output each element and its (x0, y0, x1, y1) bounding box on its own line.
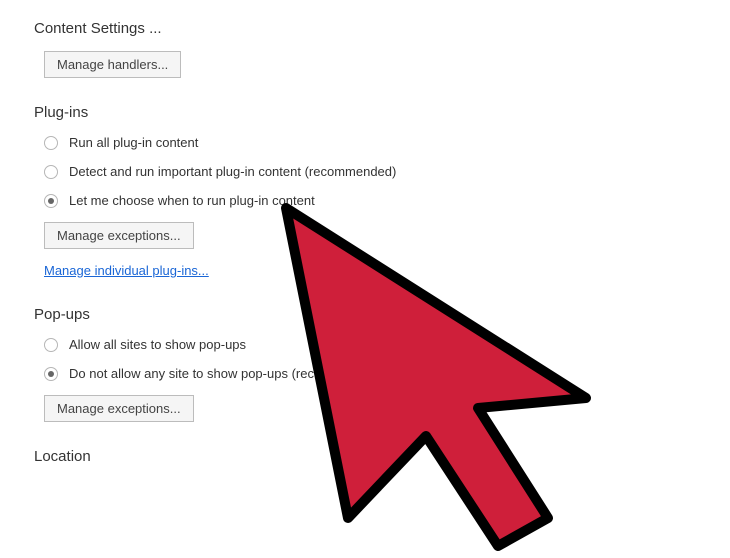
radio-icon (44, 194, 58, 208)
radio-icon (44, 136, 58, 150)
plugin-option-choose[interactable]: Let me choose when to run plug-in conten… (44, 193, 730, 208)
plugin-option-detect[interactable]: Detect and run important plug-in content… (44, 164, 730, 179)
radio-icon (44, 367, 58, 381)
plugins-section: Plug-ins Run all plug-in content Detect … (34, 104, 730, 286)
radio-label: Let me choose when to run plug-in conten… (69, 193, 315, 208)
radio-label: Run all plug-in content (69, 135, 198, 150)
manage-exceptions-popups-button[interactable]: Manage exceptions... (44, 395, 194, 422)
content-settings-header: Content Settings ... (34, 20, 730, 37)
manage-exceptions-plugins-button[interactable]: Manage exceptions... (44, 222, 194, 249)
plugins-header: Plug-ins (34, 104, 730, 121)
radio-label: Detect and run important plug-in content… (69, 164, 396, 179)
radio-label: Do not allow any site to show pop-ups (r… (69, 366, 383, 381)
popup-option-block[interactable]: Do not allow any site to show pop-ups (r… (44, 366, 730, 381)
popups-header: Pop-ups (34, 306, 730, 323)
radio-icon (44, 165, 58, 179)
radio-icon (44, 338, 58, 352)
content-settings-section: Content Settings ... Manage handlers... (34, 20, 730, 84)
manage-individual-plugins-link[interactable]: Manage individual plug-ins... (44, 263, 209, 278)
location-header: Location (34, 448, 730, 465)
popups-section: Pop-ups Allow all sites to show pop-ups … (34, 306, 730, 428)
plugin-option-run-all[interactable]: Run all plug-in content (44, 135, 730, 150)
location-section: Location (34, 448, 730, 465)
manage-handlers-button[interactable]: Manage handlers... (44, 51, 181, 78)
popup-option-allow[interactable]: Allow all sites to show pop-ups (44, 337, 730, 352)
radio-label: Allow all sites to show pop-ups (69, 337, 246, 352)
